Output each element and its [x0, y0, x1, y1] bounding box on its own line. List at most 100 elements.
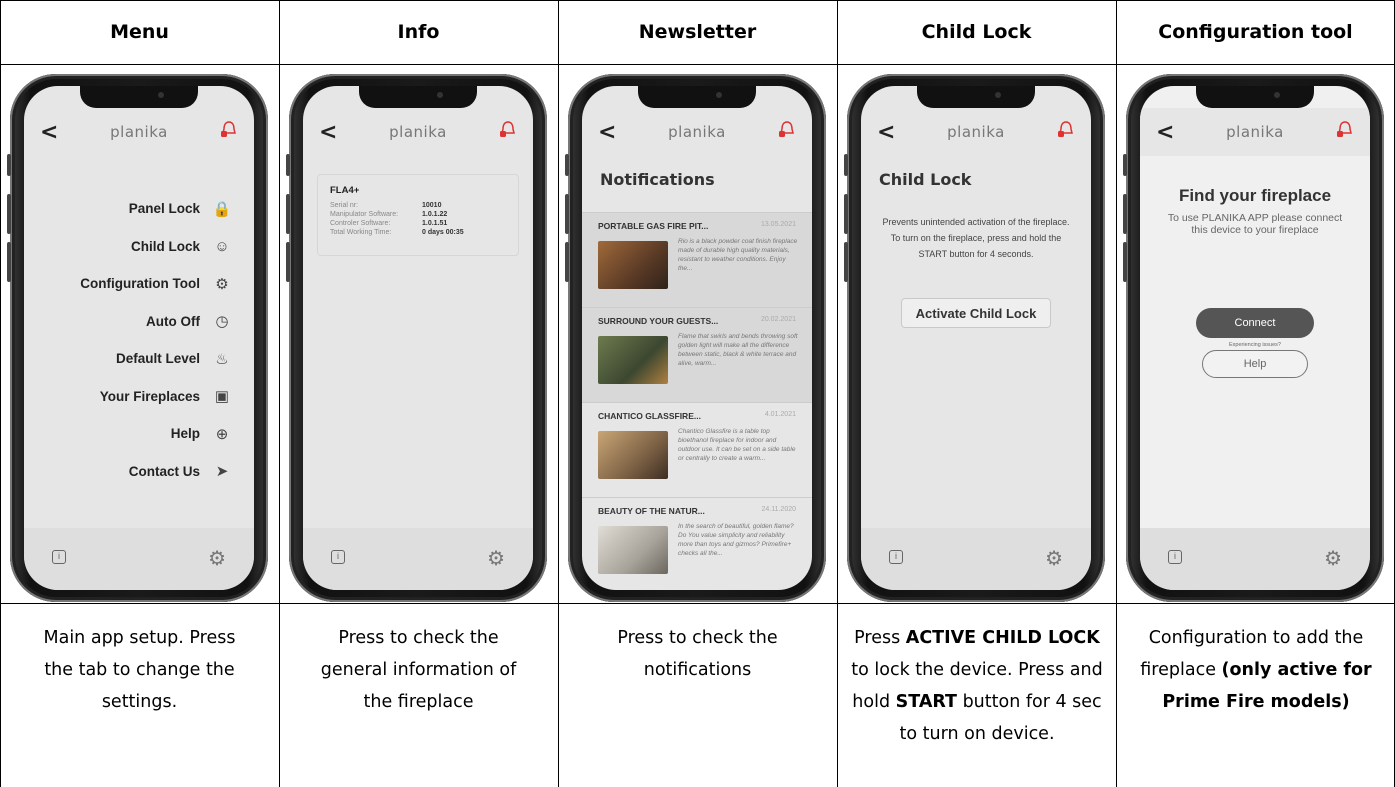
header-menu: Menu — [110, 21, 169, 43]
description-configuration-tool: Configuration to add the fireplace (only… — [1140, 628, 1372, 712]
notification-thumbnail — [598, 241, 668, 289]
menu-item-label: Auto Off — [146, 313, 200, 329]
menu-item-label: Contact Us — [128, 463, 200, 479]
notification-bell-icon[interactable] — [1057, 120, 1075, 140]
menu-item-help[interactable]: Help ⊕ — [80, 415, 232, 453]
notification-date: 24.11.2020 — [761, 506, 796, 513]
notification-thumbnail — [598, 431, 668, 479]
header-child-lock: Child Lock — [921, 21, 1032, 43]
info-row: Manipulator Software: 1.0.1.22 — [330, 211, 448, 218]
help-button[interactable]: Help — [1202, 350, 1308, 378]
toggle-icon: ⚙ — [215, 275, 229, 293]
settings-icon[interactable]: ⚙ — [1324, 546, 1342, 571]
menu-item-child-lock[interactable]: Child Lock ☺ — [80, 228, 232, 266]
app-header: < planika — [303, 108, 533, 156]
brand-logo: planika — [668, 123, 726, 141]
phone-newsletter: < planika Notifications PORTABLE GAS FIR… — [565, 74, 826, 602]
child-face-icon: ☺ — [214, 237, 230, 255]
settings-icon[interactable]: ⚙ — [1045, 546, 1063, 571]
notification-bell-icon[interactable] — [1336, 120, 1354, 140]
brand-logo: planika — [1226, 123, 1284, 141]
notification-item[interactable]: BEAUTY OF THE NATUR... 24.11.2020 In the … — [582, 497, 812, 590]
notification-item[interactable]: CHANTICO GLASSFIRE... 4.01.2021 Chantico … — [582, 402, 812, 497]
notification-excerpt: Rio is a black powder coat finish firepl… — [678, 238, 798, 272]
screen-menu: < planika Panel Lock 🔒 Child Lock ☺ Config… — [24, 86, 254, 590]
info-icon[interactable]: i — [1168, 550, 1182, 564]
notification-item[interactable]: SURROUND YOUR GUESTS... 20.02.2021 Flame … — [582, 307, 812, 402]
brand-logo: planika — [110, 123, 168, 141]
header-divider — [0, 64, 1395, 65]
menu-item-auto-off[interactable]: Auto Off ◷ — [80, 303, 232, 341]
notification-thumbnail — [598, 526, 668, 574]
bottom-bar: i ⚙ — [24, 528, 254, 590]
child-lock-title: Child Lock — [879, 170, 972, 189]
menu-item-default-level[interactable]: Default Level ♨ — [80, 340, 232, 378]
description-menu: Main app setup. Press the tab to change … — [43, 628, 236, 712]
screen-child-lock: < planika Child Lock Prevents unintended… — [861, 86, 1091, 590]
description-newsletter: Press to check the notifications — [617, 628, 778, 680]
notch — [359, 86, 477, 108]
model-name: FLA4+ — [330, 185, 360, 196]
notifications-title: Notifications — [600, 170, 715, 189]
screen-newsletter: < planika Notifications PORTABLE GAS FIR… — [582, 86, 812, 590]
notification-title: CHANTICO GLASSFIRE... — [598, 411, 701, 421]
phone-configuration-tool: < planika Find your fireplace To use PLA… — [1123, 74, 1384, 602]
menu-item-label: Configuration Tool — [80, 276, 200, 292]
lock-icon: 🔒 — [212, 200, 232, 218]
notification-bell-icon[interactable] — [220, 120, 238, 140]
notification-title: SURROUND YOUR GUESTS... — [598, 316, 719, 326]
notch — [917, 86, 1035, 108]
header-info: Info — [397, 21, 440, 43]
image-row-divider — [0, 603, 1395, 604]
settings-icon[interactable]: ⚙ — [487, 546, 505, 571]
back-icon[interactable]: < — [1156, 120, 1175, 145]
notification-item[interactable]: PORTABLE GAS FIRE PIT... 13.05.2021 Rio i… — [582, 212, 812, 307]
settings-icon[interactable]: ⚙ — [208, 546, 226, 571]
info-icon[interactable]: i — [52, 550, 66, 564]
info-icon[interactable]: i — [889, 550, 903, 564]
notification-bell-icon[interactable] — [778, 120, 796, 140]
notification-date: 13.05.2021 — [760, 221, 796, 228]
bottom-bar: i ⚙ — [303, 528, 533, 590]
connect-button[interactable]: Connect — [1196, 308, 1314, 338]
notch — [638, 86, 756, 108]
back-icon[interactable]: < — [319, 120, 338, 145]
menu-item-panel-lock[interactable]: Panel Lock 🔒 — [80, 190, 232, 228]
notification-thumbnail — [598, 336, 668, 384]
brand-logo: planika — [389, 123, 447, 141]
screen-configuration-tool: < planika Find your fireplace To use PLA… — [1140, 86, 1370, 590]
back-icon[interactable]: < — [40, 120, 59, 145]
notification-date: 20.02.2021 — [760, 316, 796, 323]
notification-title: PORTABLE GAS FIRE PIT... — [598, 221, 709, 231]
back-icon[interactable]: < — [877, 120, 896, 145]
menu-item-label: Panel Lock — [128, 201, 200, 217]
menu-item-your-fireplaces[interactable]: Your Fireplaces ▣ — [80, 378, 232, 416]
app-header: < planika — [582, 108, 812, 156]
brand-logo: planika — [947, 123, 1005, 141]
info-icon[interactable]: i — [331, 550, 345, 564]
header-configuration-tool: Configuration tool — [1158, 21, 1353, 43]
menu-item-label: Help — [170, 426, 200, 442]
activate-child-lock-button[interactable]: Activate Child Lock — [901, 298, 1051, 328]
phone-info: < planika FLA4+ Serial nr: 10010 Manipula… — [286, 74, 547, 602]
back-icon[interactable]: < — [598, 120, 617, 145]
notch — [1196, 86, 1314, 108]
lifebuoy-icon: ⊕ — [215, 425, 229, 443]
fireplace-info-card: FLA4+ Serial nr: 10010 Manipulator Softwa… — [317, 174, 519, 256]
notification-title: BEAUTY OF THE NATUR... — [598, 506, 705, 516]
col-border-3 — [837, 0, 838, 787]
menu-item-label: Child Lock — [130, 238, 200, 254]
notification-date: 4.01.2021 — [764, 411, 796, 418]
send-icon: ➤ — [215, 463, 229, 481]
menu-item-configuration-tool[interactable]: Configuration Tool ⚙ — [80, 265, 232, 303]
find-fireplace-title: Find your fireplace — [1178, 186, 1332, 205]
experiencing-issues-label: Experiencing issues? — [1229, 342, 1281, 348]
app-header: < planika — [861, 108, 1091, 156]
app-header: < planika — [24, 108, 254, 156]
info-row: Serial nr: 10010 — [330, 202, 442, 209]
menu-item-label: Your Fireplaces — [99, 388, 200, 404]
fireplace-icon: ▣ — [214, 388, 230, 406]
notification-bell-icon[interactable] — [499, 120, 517, 140]
menu-item-contact-us[interactable]: Contact Us ➤ — [80, 453, 232, 491]
app-header: < planika — [1140, 108, 1370, 156]
